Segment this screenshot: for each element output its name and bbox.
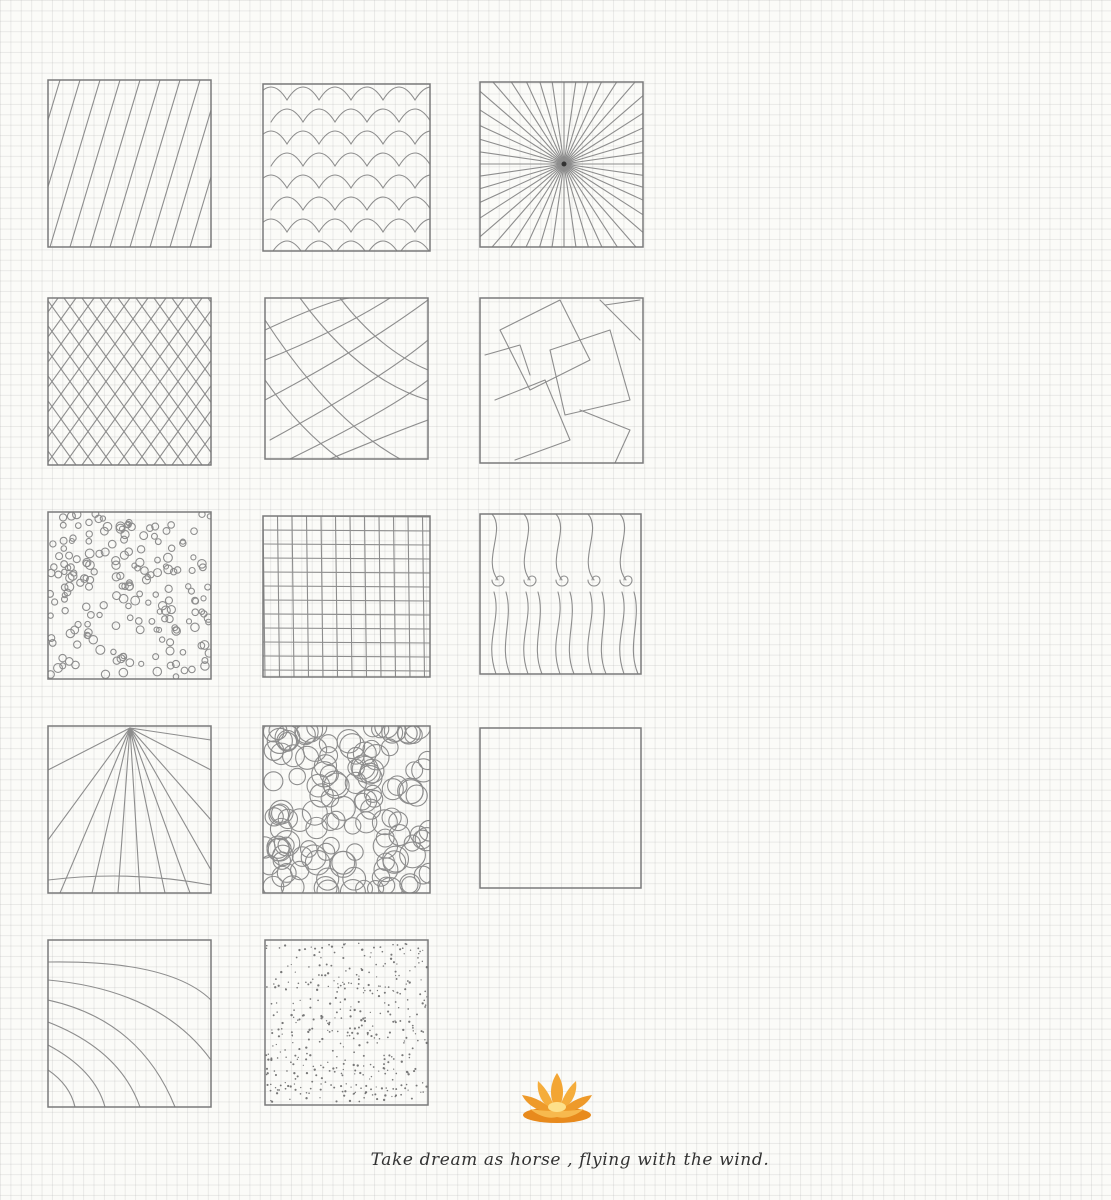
- tile-frame: [479, 513, 642, 675]
- tile-frame: [47, 511, 212, 680]
- lotus-flower-icon: [522, 1073, 592, 1123]
- tile-concentric-arcs: [48, 961, 211, 1107]
- tile-empty: [479, 727, 642, 889]
- tile-overlapping-circles: [263, 726, 430, 893]
- pattern-tile-grid: [47, 79, 644, 1108]
- tile-broken-squares: [484, 299, 641, 463]
- tile-frame: [47, 725, 212, 894]
- tile-frame: [479, 297, 644, 464]
- tile-dots: [48, 512, 211, 679]
- tile-scales: [263, 86, 430, 251]
- tile-frame: [264, 297, 429, 460]
- tile-fan-rays: [48, 727, 211, 893]
- tile-frame: [262, 515, 431, 678]
- tile-grid: [263, 516, 430, 677]
- tile-curved-bands: [265, 298, 428, 459]
- tile-waves-swirls: [491, 514, 639, 674]
- motto-caption: Take dream as horse , flying with the wi…: [370, 1150, 770, 1170]
- tile-frame: [47, 939, 212, 1108]
- tile-stipple: [265, 942, 428, 1103]
- tile-cross-hatch: [48, 298, 211, 465]
- burst-center: [561, 161, 567, 167]
- sketch-page: Take dream as horse , flying with the wi…: [0, 0, 1111, 1200]
- tile-frame: [264, 939, 429, 1106]
